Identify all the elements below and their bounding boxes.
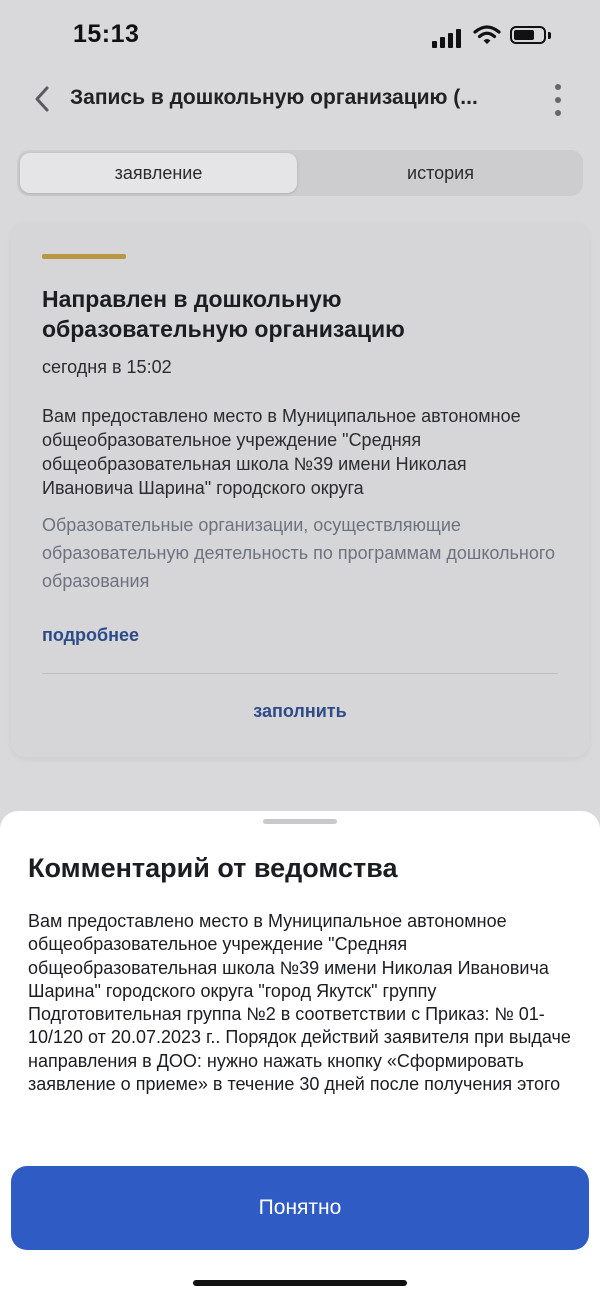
comment-text: Вам предоставлено место в Муниципальное … xyxy=(28,911,571,1095)
fill-button[interactable]: заполнить xyxy=(11,701,589,722)
nav-bar: Запись в дошкольную организацию (... xyxy=(0,70,600,130)
comment-bottom-sheet: Комментарий от ведомства Вам предоставле… xyxy=(0,811,600,1297)
tab-application[interactable]: заявление xyxy=(20,153,297,193)
wifi-icon xyxy=(473,25,501,44)
sheet-grabber[interactable] xyxy=(263,819,337,824)
more-vertical-icon[interactable] xyxy=(548,82,568,118)
status-icons xyxy=(430,24,560,48)
sheet-title: Комментарий от ведомства xyxy=(28,853,398,883)
ok-button[interactable]: Понятно xyxy=(11,1166,589,1250)
status-bar: 15:13 xyxy=(0,0,600,70)
status-accent-line xyxy=(42,254,126,259)
status-date: сегодня в 15:02 xyxy=(42,357,172,377)
status-description: Вам предоставлено место в Муниципальное … xyxy=(42,406,521,498)
battery-icon xyxy=(510,26,546,44)
page-title: Запись в дошкольную организацию (... xyxy=(70,86,478,109)
back-chevron-icon[interactable] xyxy=(30,80,56,118)
segmented-control: заявление история xyxy=(17,150,583,196)
more-details-link[interactable]: подробнее xyxy=(42,625,139,646)
status-card: Направлен в дошкольную образовательную о… xyxy=(11,223,589,757)
status-title: Направлен в дошкольную образовательную о… xyxy=(42,286,405,342)
card-divider xyxy=(42,673,558,674)
status-time: 15:13 xyxy=(73,20,140,48)
organization-category: Образовательные организации, осуществляю… xyxy=(42,515,556,591)
home-indicator[interactable] xyxy=(193,1280,407,1286)
tab-history[interactable]: история xyxy=(301,153,580,193)
